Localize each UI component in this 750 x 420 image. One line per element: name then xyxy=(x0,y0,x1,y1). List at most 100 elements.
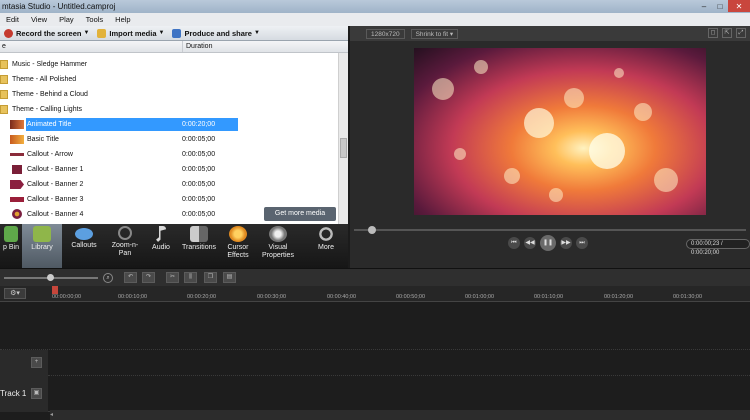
ruler-tick: 00:01:30;00 xyxy=(673,294,703,300)
bokeh-light xyxy=(549,188,563,202)
tab-label-2: Effects xyxy=(227,252,249,259)
tab-label: Callouts xyxy=(71,242,97,249)
tab-more[interactable]: More xyxy=(304,224,348,268)
record-icon xyxy=(4,28,13,38)
import-media-button[interactable]: Import media ▼ xyxy=(93,28,168,38)
column-name[interactable]: e xyxy=(0,41,183,52)
list-item[interactable]: Theme - All Polished xyxy=(0,72,338,87)
list-item[interactable]: Callout - Banner 2 0:00:05;00 xyxy=(0,177,338,192)
menu-play[interactable]: Play xyxy=(53,13,80,26)
minimize-button[interactable]: – xyxy=(696,0,712,12)
gear-icon[interactable]: ⚙▾ xyxy=(4,288,26,299)
banner-callout-icon xyxy=(12,165,22,174)
record-screen-button[interactable]: Record the screen ▼ xyxy=(0,28,93,38)
pause-icon[interactable]: ❚❚ xyxy=(540,235,556,251)
split-icon[interactable]: ⫼ xyxy=(184,272,197,283)
folder-icon xyxy=(0,60,8,69)
tab-transitions[interactable]: Transitions xyxy=(178,224,220,268)
bokeh-light xyxy=(634,103,652,121)
rewind-icon[interactable]: ◀◀ xyxy=(524,237,536,249)
skip-back-icon[interactable]: ⏮ xyxy=(508,237,520,249)
library-scrollbar[interactable] xyxy=(338,53,348,224)
timecode-display: 0:00:00;23 / 0:00:20;00 xyxy=(686,239,750,256)
list-item[interactable]: Basic Title 0:00:05;00 xyxy=(0,132,338,147)
column-header: e Duration xyxy=(0,41,348,53)
column-duration[interactable]: Duration xyxy=(183,41,212,52)
detach-icon[interactable]: ⇱ xyxy=(722,28,732,38)
list-item[interactable]: Animated Title 0:00:20;00 xyxy=(0,117,338,132)
tab-cursor-effects[interactable]: Cursor Effects xyxy=(220,224,256,268)
tab-library[interactable]: Library xyxy=(22,224,62,268)
ruler-tick: 00:01:20;00 xyxy=(604,294,634,300)
track-label: Track 1 xyxy=(0,389,27,398)
paste-icon[interactable]: ▤ xyxy=(223,272,236,283)
fast-forward-icon[interactable]: ▶▶ xyxy=(560,237,572,249)
tab-audio[interactable]: Audio xyxy=(144,224,178,268)
cursor-effects-icon xyxy=(229,226,247,242)
timeline-ruler[interactable]: ⚙▾ 00:00:00;00 00:00:10;00 00:00:20;00 0… xyxy=(0,286,750,302)
scroll-left-icon[interactable]: ◂ xyxy=(50,411,58,419)
track-lane[interactable] xyxy=(48,350,750,376)
main-toolbar: Record the screen ▼ Import media ▼ Produ… xyxy=(0,26,348,41)
menu-bar: Edit View Play Tools Help xyxy=(0,13,750,26)
seek-handle[interactable] xyxy=(368,226,376,234)
tab-zoom-n-pan[interactable]: Zoom-n- Pan xyxy=(106,224,144,268)
bokeh-light xyxy=(589,133,625,169)
music-note-icon xyxy=(156,226,166,242)
track-add-icon[interactable]: + xyxy=(31,357,42,368)
menu-edit[interactable]: Edit xyxy=(0,13,25,26)
bokeh-light xyxy=(524,108,554,138)
list-item[interactable]: Callout - Arrow 0:00:05;00 xyxy=(0,147,338,162)
produce-share-button[interactable]: Produce and share ▼ xyxy=(168,28,263,38)
arrow-callout-icon xyxy=(10,153,24,156)
maximize-button[interactable]: □ xyxy=(712,0,728,12)
timeline-scrollbar[interactable]: ◂ xyxy=(50,410,750,420)
zoom-dropdown[interactable]: Shrink to fit ▾ xyxy=(410,28,459,39)
list-item[interactable]: Music - Sledge Hammer xyxy=(0,57,338,72)
bokeh-light xyxy=(564,88,584,108)
skip-forward-icon[interactable]: ⏭ xyxy=(576,237,588,249)
menu-view[interactable]: View xyxy=(25,13,53,26)
tab-visual-properties[interactable]: Visual Properties xyxy=(256,224,300,268)
scrollbar-thumb[interactable] xyxy=(340,138,347,158)
video-canvas[interactable] xyxy=(414,48,706,215)
redo-icon[interactable]: ↷ xyxy=(142,272,155,283)
canvas-size-dropdown[interactable]: 1280x720 xyxy=(366,28,405,39)
timeline-zoom-slider[interactable] xyxy=(4,274,98,281)
magnifier-icon[interactable]: ⌕ xyxy=(103,273,113,283)
tab-callouts[interactable]: Callouts xyxy=(62,224,106,268)
menu-tools[interactable]: Tools xyxy=(80,13,110,26)
get-more-media-button[interactable]: Get more media xyxy=(264,207,336,221)
playhead[interactable] xyxy=(52,286,58,294)
close-button[interactable]: ✕ xyxy=(728,0,750,12)
track-lane-1[interactable] xyxy=(48,376,750,412)
track-lane-empty[interactable] xyxy=(0,302,750,350)
zoom-label: Shrink to fit xyxy=(415,30,449,38)
list-item[interactable]: Theme - Calling Lights xyxy=(0,102,338,117)
window-title: mtasia Studio - Untitled.camproj xyxy=(2,2,116,11)
undo-icon[interactable]: ↶ xyxy=(124,272,137,283)
resize-icon[interactable]: ◻ xyxy=(708,28,718,38)
item-name: Music - Sledge Hammer xyxy=(12,61,88,68)
copy-icon[interactable]: ❐ xyxy=(204,272,217,283)
seek-bar[interactable] xyxy=(354,226,746,234)
list-item[interactable]: Callout - Banner 3 0:00:05;00 xyxy=(0,192,338,207)
list-item[interactable]: Callout - Banner 1 0:00:05;00 xyxy=(0,162,338,177)
ruler-tick: 00:00:00;00 xyxy=(52,294,82,300)
item-duration: 0:00:05;00 xyxy=(182,151,216,158)
cut-icon[interactable]: ✂ xyxy=(166,272,179,283)
item-duration: 0:00:05;00 xyxy=(182,166,216,173)
ruler-tick: 00:00:20;00 xyxy=(187,294,217,300)
zoom-icon xyxy=(118,226,132,240)
menu-help[interactable]: Help xyxy=(109,13,136,26)
tab-clip-bin[interactable]: p Bin xyxy=(0,224,22,268)
clip-bin-icon xyxy=(4,226,18,242)
lock-icon[interactable]: ▣ xyxy=(31,388,42,399)
tab-label: Audio xyxy=(152,244,170,251)
bokeh-light xyxy=(454,148,466,160)
more-icon xyxy=(317,226,335,242)
list-item[interactable]: Theme - Behind a Cloud xyxy=(0,87,338,102)
fullscreen-icon[interactable]: ⤢ xyxy=(736,28,746,38)
zoom-slider-handle[interactable] xyxy=(47,274,54,281)
tab-label: Transitions xyxy=(182,244,216,251)
